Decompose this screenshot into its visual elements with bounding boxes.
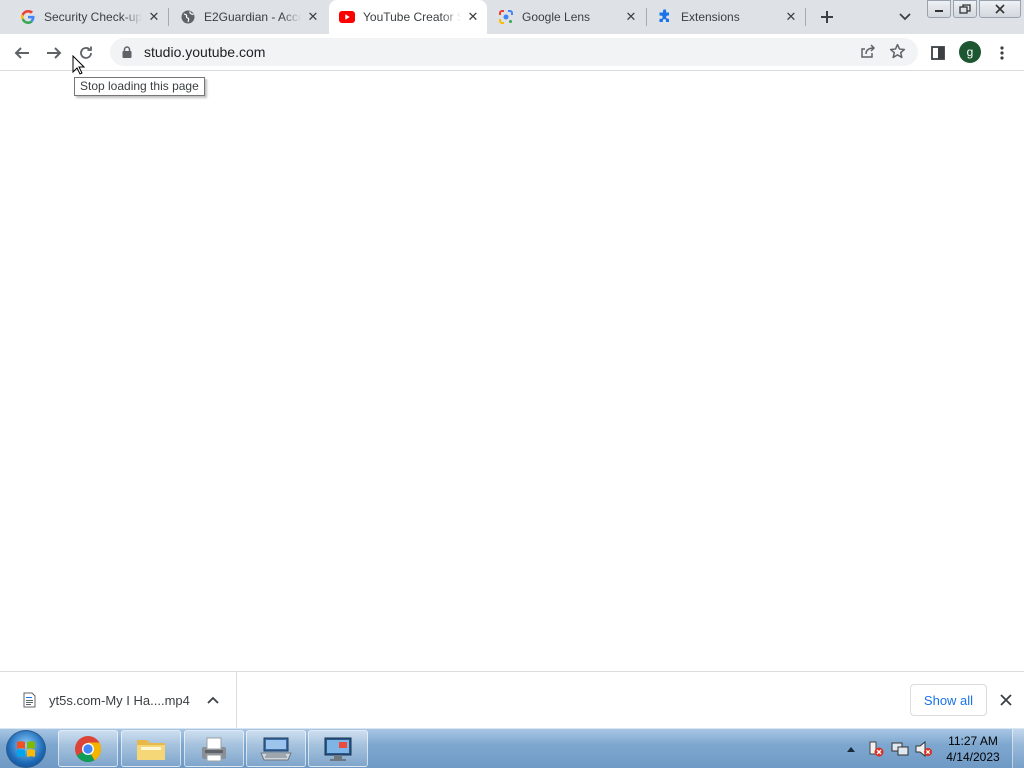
show-desktop-button[interactable]: [1012, 729, 1024, 768]
close-icon[interactable]: ✕: [146, 9, 162, 25]
side-panel-icon: [931, 46, 945, 60]
window-controls: [927, 0, 1023, 18]
google-lens-icon: [498, 9, 514, 25]
clock-time: 11:27 AM: [948, 734, 998, 748]
file-icon: [22, 692, 36, 708]
download-item[interactable]: yt5s.com-My I Ha....mp4: [0, 672, 237, 728]
tab-title: Extensions: [681, 10, 740, 24]
tab-extensions[interactable]: Extensions ✕: [647, 0, 805, 34]
kebab-menu-icon: [1000, 46, 1004, 60]
google-g-icon: [20, 9, 36, 25]
triangle-up-icon: [847, 746, 855, 752]
lock-icon[interactable]: [120, 46, 134, 58]
tab-youtube-studio[interactable]: YouTube Creator Studio ✕: [329, 0, 487, 34]
globe-icon: [180, 9, 196, 25]
clock-date: 4/14/2023: [946, 750, 1000, 764]
tab-strip: Security Check-up ✕ E2Guardian - Access …: [0, 0, 1024, 34]
minimize-icon: [935, 10, 943, 12]
youtube-icon: [339, 9, 355, 25]
tab-separator: [805, 8, 806, 26]
close-icon: [995, 4, 1005, 14]
mouse-cursor-icon: [72, 55, 85, 75]
system-tray: [844, 729, 936, 768]
taskbar-chrome[interactable]: [58, 730, 118, 767]
start-button[interactable]: [6, 730, 46, 768]
show-hidden-icons-button[interactable]: [844, 746, 858, 752]
profile-avatar[interactable]: g: [959, 41, 981, 63]
arrow-right-icon: [47, 47, 62, 59]
tab-e2guardian[interactable]: E2Guardian - Access Denied ✕: [170, 0, 327, 34]
keyboard-icon: [260, 737, 292, 760]
reload-tooltip: Stop loading this page: [74, 77, 205, 96]
close-icon[interactable]: ✕: [783, 9, 799, 25]
close-icon[interactable]: ✕: [465, 9, 481, 25]
fax-printer-icon: [202, 737, 226, 761]
menu-button[interactable]: [988, 39, 1016, 67]
minimize-button[interactable]: [927, 0, 951, 18]
windows-logo-icon: [17, 741, 35, 757]
taskbar-file-explorer[interactable]: [121, 730, 181, 767]
file-explorer-icon: [137, 739, 165, 760]
remote-desktop-icon: [324, 737, 352, 761]
new-tab-button[interactable]: [815, 5, 839, 29]
window-close-button[interactable]: [979, 0, 1021, 18]
close-shelf-button[interactable]: [997, 691, 1015, 709]
tab-google-lens[interactable]: Google Lens ✕: [488, 0, 645, 34]
tab-search-button[interactable]: [893, 5, 917, 29]
puzzle-piece-icon: [657, 9, 673, 25]
close-icon[interactable]: ✕: [623, 9, 639, 25]
star-icon[interactable]: [889, 43, 906, 63]
forward-button[interactable]: [40, 39, 68, 67]
chevron-down-icon: [899, 13, 911, 21]
restore-icon: [959, 4, 971, 14]
back-button[interactable]: [8, 39, 36, 67]
side-panel-button[interactable]: [924, 39, 952, 67]
close-icon[interactable]: ✕: [305, 9, 321, 25]
browser-toolbar: studio.youtube.com g: [0, 34, 1024, 71]
chrome-icon: [75, 735, 102, 762]
restore-button[interactable]: [953, 0, 977, 18]
page-content: [0, 71, 1024, 671]
tab-title: Google Lens: [522, 10, 591, 24]
download-shelf: yt5s.com-My I Ha....mp4 Show all: [0, 671, 1024, 728]
windows-taskbar: 11:27 AM 4/14/2023: [0, 728, 1024, 768]
url-text[interactable]: studio.youtube.com: [144, 44, 265, 60]
taskbar-clock[interactable]: 11:27 AM 4/14/2023: [940, 733, 1006, 765]
chevron-up-icon[interactable]: [205, 692, 221, 708]
tab-security-checkup[interactable]: Security Check-up ✕: [0, 0, 168, 34]
taskbar-keyboard[interactable]: [246, 730, 306, 767]
taskbar-fax-printer[interactable]: [184, 730, 244, 767]
tab-separator: [168, 8, 169, 26]
tab-title: Security Check-up: [44, 10, 142, 24]
close-icon: [1000, 694, 1012, 706]
action-center-icon[interactable]: [864, 741, 888, 757]
share-icon[interactable]: [860, 44, 876, 63]
tab-title: E2Guardian - Access Denied: [204, 10, 301, 24]
volume-muted-icon[interactable]: [912, 741, 936, 757]
address-bar[interactable]: studio.youtube.com: [110, 38, 918, 66]
download-file-name: yt5s.com-My I Ha....mp4: [49, 692, 190, 708]
taskbar-remote-desktop[interactable]: [308, 730, 368, 767]
network-icon[interactable]: [888, 741, 912, 757]
tab-title: YouTube Creator Studio: [363, 10, 461, 24]
show-all-button[interactable]: Show all: [910, 684, 987, 716]
plus-icon: [821, 11, 833, 23]
arrow-left-icon: [14, 47, 29, 59]
